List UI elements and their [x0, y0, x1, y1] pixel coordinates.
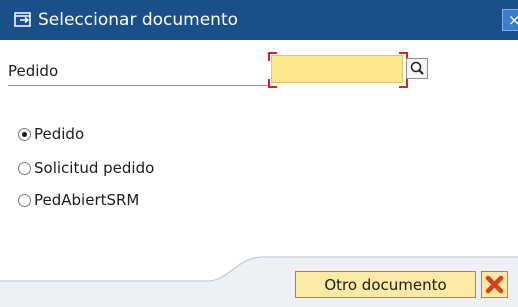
field-underline [8, 85, 268, 86]
other-document-button[interactable]: Otro documento [295, 271, 476, 298]
select-document-icon [14, 12, 31, 27]
radio-button[interactable] [18, 193, 31, 207]
title-bar: Seleccionar documento × [0, 0, 518, 40]
radio-option-pedabiertsrm[interactable]: PedAbiertSRM [18, 190, 139, 210]
select-document-dialog: Seleccionar documento × Pedido Pedido So… [0, 0, 518, 307]
dialog-title: Seleccionar documento [38, 10, 239, 30]
radio-button-selected[interactable] [18, 127, 31, 141]
search-help-button[interactable] [406, 58, 428, 79]
radio-label: PedAbiertSRM [34, 191, 140, 209]
required-marker-top-left [268, 52, 277, 61]
radio-option-pedido[interactable]: Pedido [18, 124, 84, 144]
required-marker-bottom-right [399, 79, 408, 88]
cancel-button[interactable] [481, 271, 508, 298]
radio-label: Solicitud pedido [34, 159, 155, 177]
radio-option-solicitud-pedido[interactable]: Solicitud pedido [18, 158, 154, 178]
pedido-input[interactable] [271, 55, 403, 83]
required-marker-bottom-left [268, 79, 277, 88]
pedido-field-label: Pedido [8, 62, 59, 80]
cancel-x-icon [485, 275, 504, 294]
close-button[interactable]: × [502, 9, 518, 31]
radio-label: Pedido [34, 125, 85, 143]
radio-button[interactable] [18, 161, 31, 175]
search-icon [410, 61, 424, 75]
close-icon: × [508, 11, 518, 29]
